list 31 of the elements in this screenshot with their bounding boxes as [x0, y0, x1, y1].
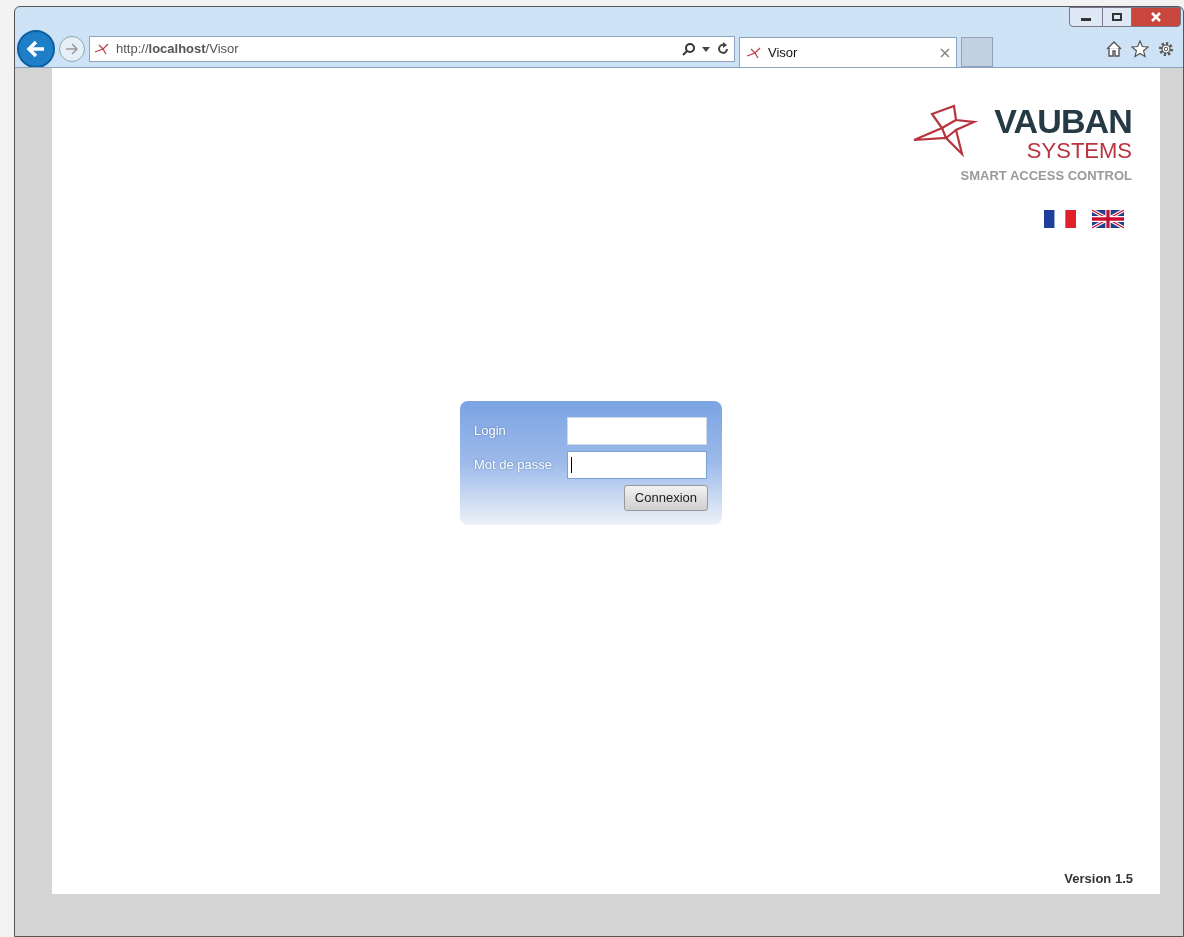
caret-icon[interactable] [702, 46, 710, 52]
logo-subtitle: SYSTEMS [1026, 140, 1132, 162]
star-icon[interactable] [1131, 40, 1149, 58]
settings-icon[interactable] [1157, 40, 1175, 58]
site-logo-icon [746, 46, 762, 59]
forward-arrow-icon [65, 43, 79, 55]
close-icon [1150, 11, 1162, 23]
tab-title: Visor [768, 43, 799, 62]
field-label: Login [474, 421, 507, 440]
input-field[interactable] [567, 450, 707, 479]
back-arrow-icon [26, 40, 46, 58]
back-button[interactable] [17, 30, 55, 68]
address-bar[interactable]: http://localhost/Visor [89, 36, 735, 62]
logo-tagline: SMART ACCESS CONTROL [960, 167, 1132, 185]
version-text: Version 1.5 [1064, 869, 1133, 888]
refresh-icon[interactable] [716, 42, 730, 56]
browser-tab[interactable]: Visor [739, 37, 957, 67]
input-field[interactable] [567, 416, 707, 445]
maximize-button[interactable] [1103, 7, 1131, 27]
close-button[interactable] [1131, 7, 1181, 27]
site-logo-icon [94, 43, 110, 55]
home-icon[interactable] [1105, 40, 1123, 58]
logo-name: VAUBAN [994, 104, 1132, 138]
search-icon[interactable] [682, 42, 696, 56]
french-flag-icon[interactable] [1044, 209, 1076, 228]
connexion-button[interactable]: Connexion [623, 484, 708, 511]
close-icon[interactable] [940, 47, 950, 58]
uk-flag-icon[interactable] [1092, 209, 1124, 228]
address-text: http://localhost/Visor [116, 40, 240, 59]
minimize-button[interactable] [1069, 7, 1103, 27]
field-label: Mot de passe [474, 455, 554, 474]
